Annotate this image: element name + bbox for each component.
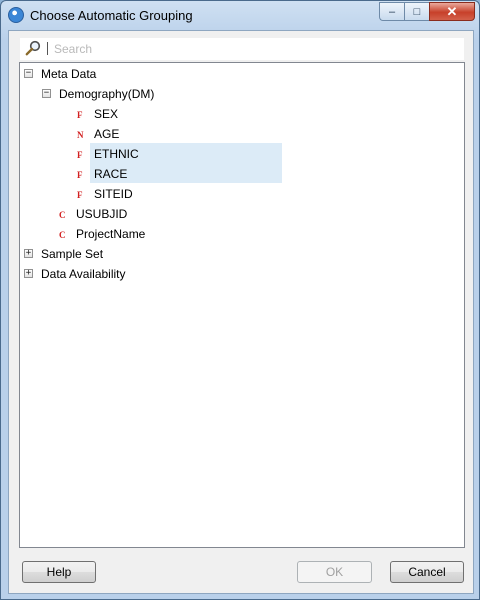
app-logo-icon bbox=[8, 7, 24, 23]
tree-node-label: Demography(DM) bbox=[59, 87, 155, 101]
tree-node-field-projectname[interactable]: C ProjectName bbox=[20, 224, 460, 244]
tree-node-label: ProjectName bbox=[76, 227, 146, 241]
field-tree[interactable]: − Meta Data − Demography(DM) F SEX N AGE… bbox=[19, 62, 465, 548]
tree-node-label: Data Availability bbox=[41, 267, 126, 281]
dialog-window: Choose Automatic Grouping ‒ □ ✕ − Meta D… bbox=[0, 0, 480, 600]
ok-button[interactable]: OK bbox=[297, 561, 372, 583]
search-input[interactable] bbox=[54, 40, 454, 57]
maximize-button[interactable]: □ bbox=[404, 2, 429, 21]
dialog-content: − Meta Data − Demography(DM) F SEX N AGE… bbox=[8, 30, 474, 594]
tree-node-field-sex[interactable]: F SEX bbox=[20, 104, 460, 124]
help-button[interactable]: Help bbox=[22, 561, 96, 583]
collapse-icon[interactable]: − bbox=[24, 69, 33, 78]
close-button[interactable]: ✕ bbox=[429, 2, 475, 21]
tree-node-label: AGE bbox=[94, 127, 120, 141]
tree-node-demography[interactable]: − Demography(DM) bbox=[20, 84, 460, 104]
factor-type-icon: F bbox=[77, 170, 83, 180]
tree-node-sample-set[interactable]: + Sample Set bbox=[20, 244, 460, 264]
title-bar[interactable]: Choose Automatic Grouping ‒ □ ✕ bbox=[1, 1, 479, 29]
tree-node-data-availability[interactable]: + Data Availability bbox=[20, 264, 460, 284]
expand-icon[interactable]: + bbox=[24, 269, 33, 278]
window-controls: ‒ □ ✕ bbox=[379, 2, 475, 21]
expand-icon[interactable]: + bbox=[24, 249, 33, 258]
cancel-button[interactable]: Cancel bbox=[390, 561, 464, 583]
tree-node-field-usubjid[interactable]: C USUBJID bbox=[20, 204, 460, 224]
search-bar bbox=[19, 37, 465, 61]
minimize-icon: ‒ bbox=[388, 5, 396, 18]
tree-node-label: SEX bbox=[94, 107, 119, 121]
character-type-icon: C bbox=[59, 210, 66, 220]
close-icon: ✕ bbox=[446, 3, 458, 19]
maximize-icon: □ bbox=[413, 5, 421, 18]
tree-node-field-age[interactable]: N AGE bbox=[20, 124, 460, 144]
character-type-icon: C bbox=[59, 230, 66, 240]
tree-node-field-race[interactable]: F RACE bbox=[20, 164, 460, 184]
tree-node-label: Sample Set bbox=[41, 247, 104, 261]
search-icon bbox=[25, 40, 41, 56]
search-caret bbox=[47, 42, 48, 55]
tree-node-meta-data[interactable]: − Meta Data bbox=[20, 64, 460, 84]
numeric-type-icon: N bbox=[77, 130, 84, 140]
tree-node-field-ethnic[interactable]: F ETHNIC bbox=[20, 144, 460, 164]
tree-node-label: ETHNIC bbox=[94, 147, 139, 161]
minimize-button[interactable]: ‒ bbox=[379, 2, 404, 21]
collapse-icon[interactable]: − bbox=[42, 89, 51, 98]
window-title: Choose Automatic Grouping bbox=[30, 8, 193, 23]
factor-type-icon: F bbox=[77, 150, 83, 160]
factor-type-icon: F bbox=[77, 110, 83, 120]
tree-node-label: Meta Data bbox=[41, 67, 97, 81]
tree-node-field-siteid[interactable]: F SITEID bbox=[20, 184, 460, 204]
tree-node-label: RACE bbox=[94, 167, 128, 181]
factor-type-icon: F bbox=[77, 190, 83, 200]
tree-node-label: USUBJID bbox=[76, 207, 128, 221]
tree-node-label: SITEID bbox=[94, 187, 133, 201]
